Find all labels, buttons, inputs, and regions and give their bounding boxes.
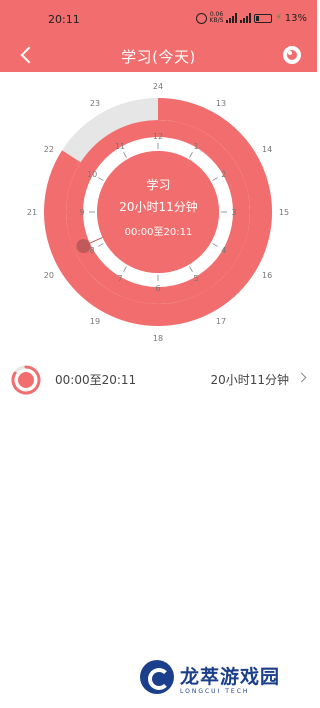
clock-center-name: 学习 <box>146 178 171 192</box>
outer-hour-label: 20 <box>44 271 54 280</box>
record-range: 00:00至20:11 <box>55 373 137 387</box>
signal-icon-2 <box>240 13 252 23</box>
watermark-name: 龙萃游戏园 <box>180 666 281 688</box>
handle-knob <box>76 239 91 254</box>
ring-icon[interactable] <box>283 46 301 64</box>
status-icons: 0.06 KB/S ⚡ 13% <box>195 12 307 24</box>
charging-icon: ⚡ <box>275 13 282 23</box>
nav-bar: 学习(今天) <box>0 40 317 72</box>
battery-percentage: 13% <box>284 12 307 24</box>
watermark: 龙萃游戏园 LONGCUI TECH <box>140 658 310 702</box>
record-duration: 20小时11分钟 <box>210 373 289 387</box>
inner-hour-label: 3 <box>231 208 236 217</box>
status-time: 20:11 <box>48 13 80 26</box>
alarm-icon <box>195 12 207 24</box>
outer-hour-label: 22 <box>44 145 54 154</box>
chevron-right-icon <box>296 372 307 383</box>
outer-hour-label: 16 <box>262 271 272 280</box>
inner-hour-label: 5 <box>193 274 198 283</box>
outer-hour-label: 15 <box>279 208 289 217</box>
clock-center-range: 00:00至20:11 <box>124 227 193 238</box>
battery-icon <box>254 13 273 23</box>
inner-hour-label: 9 <box>79 208 84 217</box>
watermark-logo-icon <box>140 660 174 694</box>
page-title: 学习(今天) <box>121 48 196 66</box>
outer-hour-label: 24 <box>153 82 163 91</box>
outer-hour-label: 19 <box>90 317 100 326</box>
outer-hour-label: 18 <box>153 334 163 343</box>
signal-icon <box>226 13 238 23</box>
inner-hour-label: 4 <box>221 246 226 255</box>
inner-hour-label: 11 <box>115 142 125 151</box>
inner-hour-label: 1 <box>193 142 198 151</box>
status-bar: 20:11 0.06 KB/S ⚡ 13% <box>0 0 317 40</box>
outer-hour-label: 21 <box>27 208 37 217</box>
outer-hour-label: 23 <box>90 99 100 108</box>
inner-hour-label: 7 <box>117 274 122 283</box>
inner-hour-label: 6 <box>155 284 160 293</box>
record-progress-icon <box>11 365 41 395</box>
outer-hour-label: 17 <box>216 317 226 326</box>
inner-hour-label: 8 <box>90 246 95 255</box>
net-speed-unit: KB/S <box>209 17 224 24</box>
watermark-sub: LONGCUI TECH <box>180 688 250 695</box>
outer-hour-label: 14 <box>262 145 272 154</box>
record-row[interactable]: 00:00至20:11 20小时11分钟 <box>0 362 317 398</box>
inner-hour-label: 12 <box>153 132 163 141</box>
outer-hour-label: 13 <box>216 99 226 108</box>
net-speed: 0.06 KB/S <box>210 12 224 24</box>
clock-center-duration: 20小时11分钟 <box>119 200 198 214</box>
